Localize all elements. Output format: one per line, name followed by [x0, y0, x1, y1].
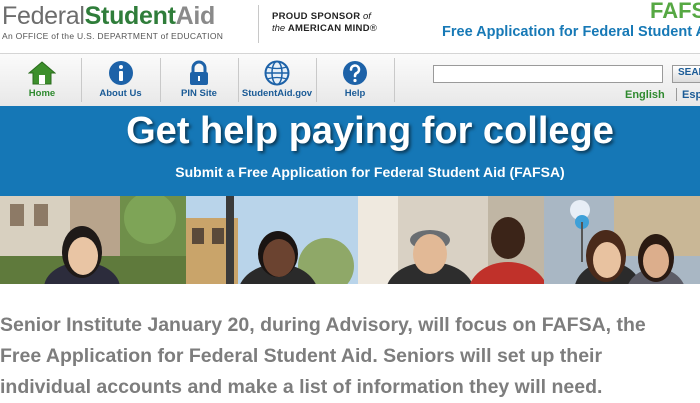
photo-student-2	[186, 196, 358, 284]
site-header: FederalStudentAid An OFFICE of the U.S. …	[0, 0, 700, 52]
language-spanish[interactable]: Español	[682, 89, 700, 101]
fafsa-subtitle: Free Application for Federal Student Aid	[442, 24, 700, 40]
photo-student-4	[544, 196, 700, 284]
nav-label-pin-site: PIN Site	[181, 88, 217, 99]
logo-federal: Federal	[2, 2, 85, 30]
hero-subtitle: Submit a Free Application for Federal St…	[175, 164, 565, 180]
globe-icon	[264, 60, 290, 86]
sponsor-line2-bold: AMERICAN MIND	[287, 23, 370, 34]
nav-item-pin-site[interactable]: PIN Site	[161, 56, 237, 104]
language-english[interactable]: English	[625, 89, 665, 101]
announcement-text: Senior Institute January 20, during Advi…	[0, 310, 700, 403]
sponsor-line2-suffix: ®	[369, 23, 377, 34]
announcement-line: Senior Institute January 20, during Advi…	[0, 314, 646, 336]
logo-aid: Aid	[175, 2, 216, 30]
sponsor-line2-prefix: the	[272, 23, 288, 34]
nav-label-home: Home	[28, 88, 56, 99]
help-icon	[343, 61, 367, 85]
sponsor-line1-bold: PROUD SPONSOR	[272, 11, 361, 22]
language-separator	[676, 88, 677, 101]
hero-title: Get help paying for college	[126, 110, 614, 152]
sponsor-line1-rest: of	[360, 11, 371, 22]
nav-item-home[interactable]: Home	[4, 56, 80, 104]
logo-tagline: An OFFICE of the U.S. DEPARTMENT of EDUC…	[2, 31, 224, 41]
home-icon	[28, 61, 56, 85]
info-icon	[108, 61, 133, 85]
photo-student-3	[358, 196, 544, 284]
student-photo-strip	[0, 196, 700, 284]
logo-student: Student	[84, 2, 176, 30]
hero-banner: Get help paying for college Submit a Fre…	[0, 106, 700, 196]
nav-label-about-us: About Us	[99, 88, 142, 99]
sponsor-text: PROUD SPONSOR of the AMERICAN MIND®	[272, 11, 377, 35]
announcement-line: Free Application for Federal Student Aid…	[0, 345, 603, 367]
announcement-line: individual accounts and make a list of i…	[0, 376, 603, 398]
lock-icon	[190, 60, 208, 85]
nav-label-help: Help	[344, 88, 366, 99]
nav-separator	[394, 58, 395, 102]
photo-student-1	[0, 196, 186, 284]
search-input[interactable]	[433, 65, 663, 83]
federal-student-aid-logo[interactable]: FederalStudentAid An OFFICE of the U.S. …	[2, 2, 223, 41]
nav-item-studentaid-gov[interactable]: StudentAid.gov	[239, 56, 315, 104]
main-nav: Home About Us PIN Site StudentAid.gov He…	[0, 53, 700, 106]
fafsa-logo[interactable]: FAFSA	[650, 0, 700, 24]
nav-item-about-us[interactable]: About Us	[82, 56, 159, 104]
search-button[interactable]: SEARCH	[672, 65, 700, 83]
nav-item-help[interactable]: Help	[317, 56, 393, 104]
nav-label-studentaid-gov: StudentAid.gov	[241, 88, 313, 99]
header-divider	[258, 5, 259, 43]
